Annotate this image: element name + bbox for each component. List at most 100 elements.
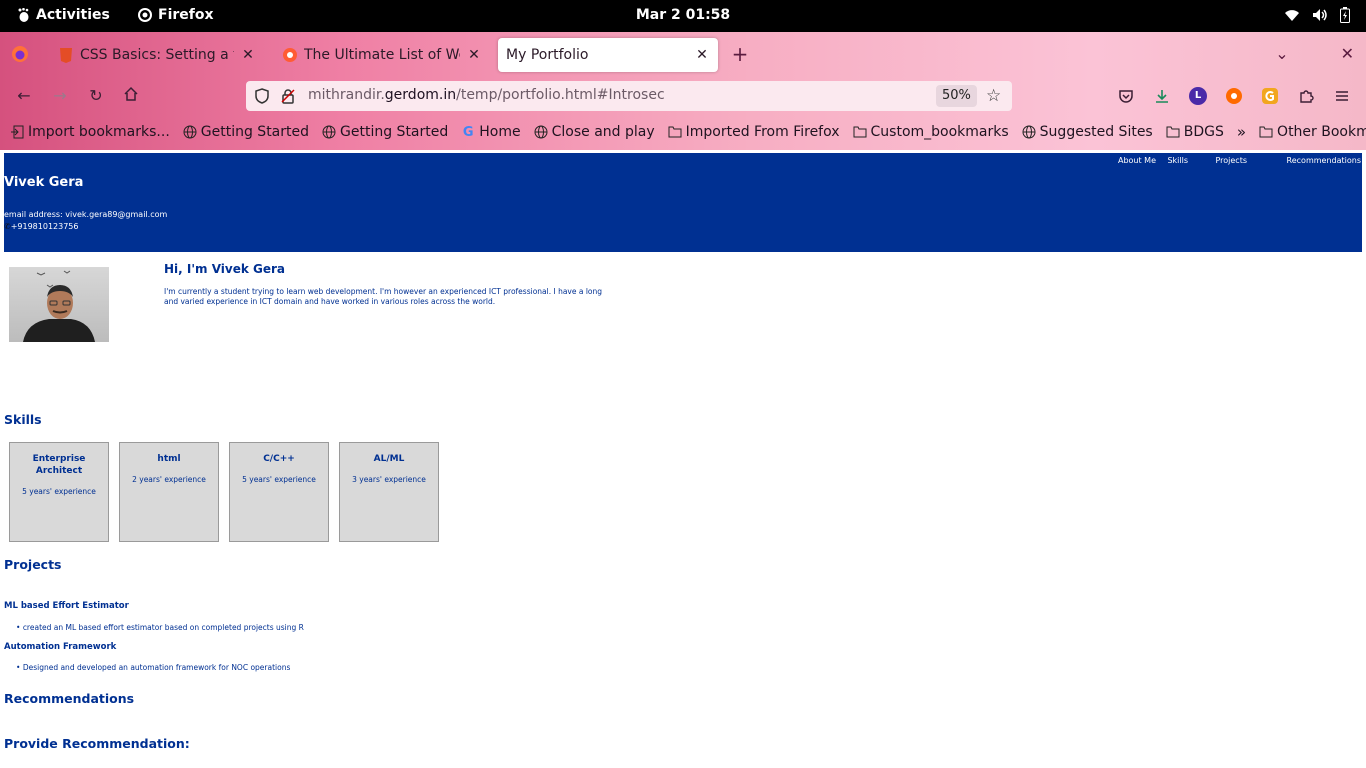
firefox-view-icon[interactable] xyxy=(10,44,30,64)
downloads-icon[interactable] xyxy=(1152,86,1172,106)
volume-icon xyxy=(1313,9,1327,21)
extension-g-icon[interactable] xyxy=(1260,86,1280,106)
navigation-toolbar: ← → ↻ mithrandir.gerdom.in/temp/portfoli… xyxy=(0,76,1366,116)
nav-link-about-me[interactable]: About Me xyxy=(1118,156,1156,165)
tab-strip: CSS Basics: Setting a table ✕ The Ultima… xyxy=(0,32,1366,76)
nav-link-projects[interactable]: Projects xyxy=(1215,156,1247,165)
globe-icon xyxy=(183,125,197,139)
activities-label: Activities xyxy=(36,7,110,23)
bookmark-label: Close and play xyxy=(551,124,655,140)
bookmark-getting-started-2[interactable]: Getting Started xyxy=(322,124,448,140)
tab-title: CSS Basics: Setting a table xyxy=(80,47,234,63)
folder-icon xyxy=(668,125,682,139)
browser-chrome: CSS Basics: Setting a table ✕ The Ultima… xyxy=(0,32,1366,150)
skill-card: C/C++ 5 years' experience xyxy=(229,442,329,542)
bullet-icon: • xyxy=(16,623,23,632)
skill-title: Enterprise Architect xyxy=(32,454,86,476)
close-window-icon[interactable]: ✕ xyxy=(1341,44,1354,63)
folder-icon xyxy=(1166,125,1180,139)
skill-card: Enterprise Architect 5 years' experience xyxy=(9,442,109,542)
bookmark-folder-bdgs[interactable]: BDGS xyxy=(1166,124,1224,140)
folder-icon xyxy=(1259,125,1273,139)
bookmark-import[interactable]: Import bookmarks... xyxy=(10,124,170,140)
tab-my-portfolio[interactable]: My Portfolio ✕ xyxy=(498,38,718,72)
insecure-lock-icon[interactable] xyxy=(280,88,296,104)
tracking-protection-shield-icon[interactable] xyxy=(254,88,270,104)
close-tab-icon[interactable]: ✕ xyxy=(240,47,256,63)
url-text[interactable]: mithrandir.gerdom.in/temp/portfolio.html… xyxy=(308,87,665,103)
nav-link-recommendations[interactable]: Recommendations xyxy=(1287,156,1361,165)
header-name: Vivek Gera xyxy=(4,175,84,190)
projects-heading: Projects xyxy=(4,557,62,572)
hubspot-favicon-icon xyxy=(283,48,297,62)
close-tab-icon[interactable]: ✕ xyxy=(694,47,710,63)
skills-heading: Skills xyxy=(4,412,42,427)
reload-button[interactable]: ↻ xyxy=(86,86,106,106)
extension-orange-icon[interactable] xyxy=(1224,86,1244,106)
skill-title: AL/ML xyxy=(373,454,405,464)
profile-photo xyxy=(9,267,109,342)
bookmark-star-icon[interactable]: ☆ xyxy=(986,86,1001,106)
bookmark-label: Suggested Sites xyxy=(1039,124,1153,140)
app-name: Firefox xyxy=(158,7,214,23)
home-icon xyxy=(124,86,138,101)
page-viewport: Vivek Gera email address: vivek.gera89@g… xyxy=(0,150,1366,768)
bookmark-close-and-play[interactable]: Close and play xyxy=(534,124,655,140)
header-phone: ✆+919810123756 xyxy=(4,222,78,231)
bookmark-label: Custom_bookmarks xyxy=(870,124,1009,140)
system-top-bar: Activities Firefox Mar 2 01:58 xyxy=(0,0,1366,32)
tab-css-basics[interactable]: CSS Basics: Setting a table ✕ xyxy=(50,38,264,72)
project-item-text: created an ML based effort estimator bas… xyxy=(22,623,304,632)
account-avatar-icon[interactable]: L xyxy=(1188,86,1208,106)
google-icon: G xyxy=(462,124,474,140)
bookmark-folder-other[interactable]: Other Bookmarks xyxy=(1259,124,1366,140)
back-button[interactable]: ← xyxy=(14,86,34,106)
url-prefix: mithrandir. xyxy=(308,87,385,103)
bookmarks-toolbar: Import bookmarks... Getting Started Gett… xyxy=(0,116,1366,148)
bookmark-folder-imported[interactable]: Imported From Firefox xyxy=(668,124,840,140)
skill-experience: 2 years' experience xyxy=(132,475,206,484)
bookmark-label: Import bookmarks... xyxy=(28,124,170,140)
bookmark-getting-started[interactable]: Getting Started xyxy=(183,124,309,140)
globe-icon xyxy=(534,125,548,139)
bookmark-label: Getting Started xyxy=(200,124,310,140)
url-bar[interactable]: mithrandir.gerdom.in/temp/portfolio.html… xyxy=(246,81,1012,111)
bookmark-home[interactable]: G Home xyxy=(461,124,521,140)
app-menu-button[interactable]: Firefox xyxy=(138,7,214,23)
activities-button[interactable]: Activities xyxy=(18,7,110,23)
globe-icon xyxy=(322,125,336,139)
system-tray[interactable] xyxy=(1284,7,1350,23)
hamburger-menu-icon[interactable] xyxy=(1332,86,1352,106)
intro-text: I'm currently a student trying to learn … xyxy=(164,287,603,306)
tab-title: My Portfolio xyxy=(506,47,589,63)
nav-link-skills[interactable]: Skills xyxy=(1167,156,1188,165)
pocket-icon[interactable] xyxy=(1116,86,1136,106)
provide-recommendation-heading: Provide Recommendation: xyxy=(4,736,190,751)
import-icon xyxy=(10,125,24,139)
portfolio-header: Vivek Gera email address: vivek.gera89@g… xyxy=(4,153,1362,252)
skill-card: AL/ML 3 years' experience xyxy=(339,442,439,542)
intro-heading: Hi, I'm Vivek Gera xyxy=(164,262,286,276)
zoom-level-button[interactable]: 50% xyxy=(936,85,977,107)
project-title: Automation Framework xyxy=(4,642,117,652)
bookmark-label: Imported From Firefox xyxy=(685,124,840,140)
home-button[interactable] xyxy=(121,86,141,106)
tab-web-safe-fonts[interactable]: The Ultimate List of Web-Safe ✕ xyxy=(274,38,490,72)
folder-icon xyxy=(853,125,867,139)
bookmark-suggested-sites[interactable]: Suggested Sites xyxy=(1022,124,1153,140)
extensions-puzzle-icon[interactable] xyxy=(1296,86,1316,106)
bookmarks-overflow-chevron-icon[interactable]: » xyxy=(1237,123,1246,141)
forward-button[interactable]: → xyxy=(50,86,70,106)
skill-card: html 2 years' experience xyxy=(119,442,219,542)
bookmark-label: Other Bookmarks xyxy=(1277,124,1366,140)
project-item: • created an ML based effort estimator b… xyxy=(16,623,304,632)
clock[interactable]: Mar 2 01:58 xyxy=(636,7,730,23)
bookmark-folder-custom[interactable]: Custom_bookmarks xyxy=(853,124,1009,140)
list-all-tabs-icon[interactable]: ⌄ xyxy=(1275,44,1288,63)
close-tab-icon[interactable]: ✕ xyxy=(466,47,482,63)
skill-title: html xyxy=(157,454,181,464)
skill-experience: 5 years' experience xyxy=(22,487,96,496)
project-title: ML based Effort Estimator xyxy=(4,601,129,611)
new-tab-button[interactable]: + xyxy=(730,44,750,64)
skill-title: C/C++ xyxy=(263,454,295,464)
